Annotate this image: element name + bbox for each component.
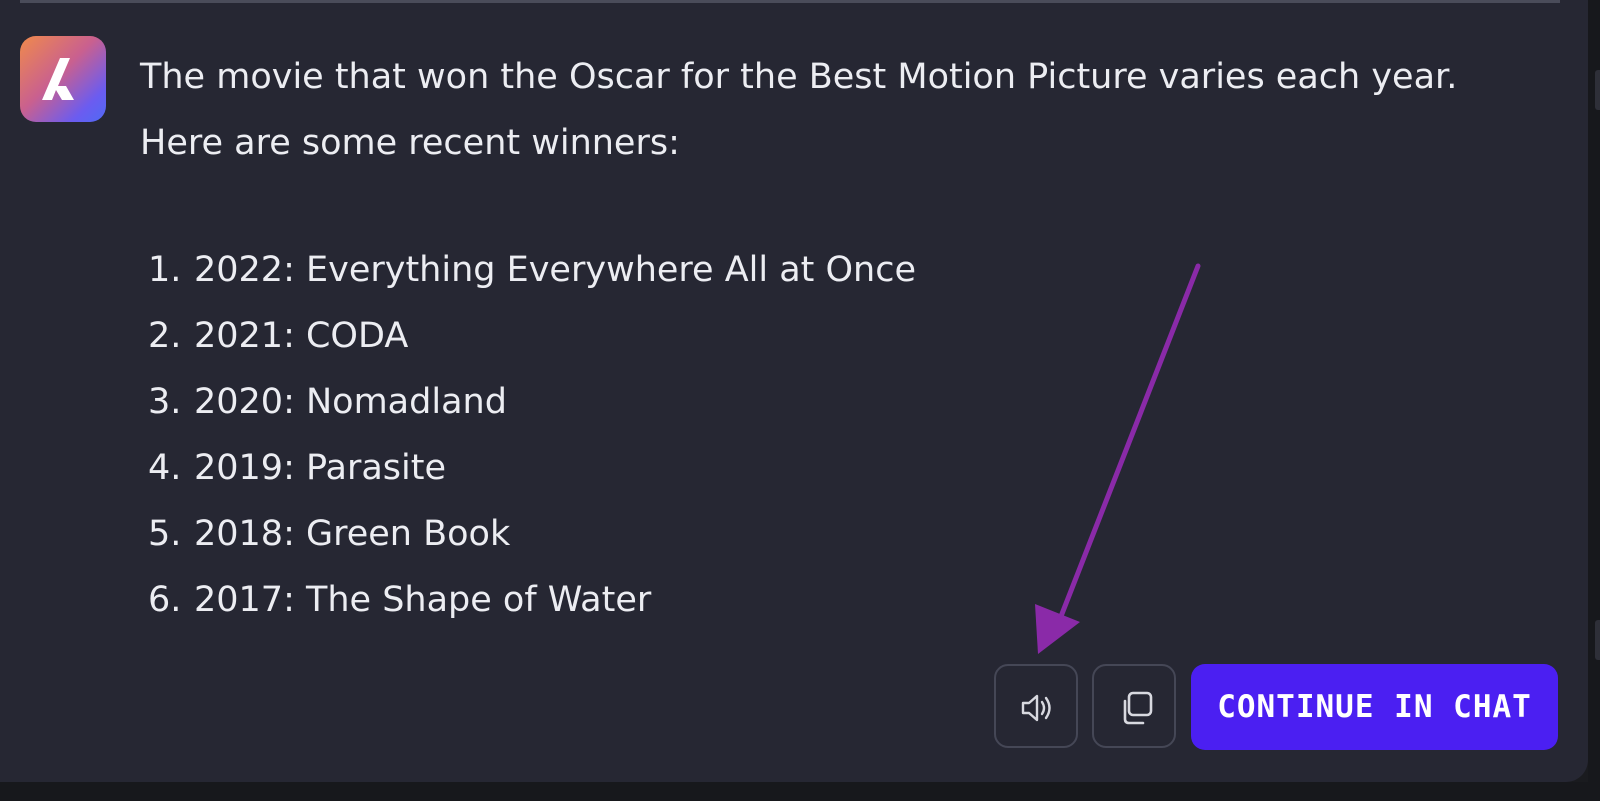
list-item-number: 4. bbox=[148, 448, 182, 488]
list-item: 1. 2022: Everything Everywhere All at Onc… bbox=[148, 237, 916, 303]
speaker-icon bbox=[1021, 694, 1051, 722]
assistant-message: The movie that won the Oscar for the Bes… bbox=[140, 44, 1530, 176]
list-item: 5. 2018: Green Book bbox=[148, 501, 916, 567]
window-edge bbox=[1588, 0, 1600, 801]
copy-button[interactable] bbox=[1092, 664, 1176, 748]
list-item-text: 2021: CODA bbox=[194, 316, 409, 356]
list-item-text: 2020: Nomadland bbox=[194, 382, 507, 422]
top-divider bbox=[20, 0, 1560, 3]
edge-marker bbox=[1595, 70, 1600, 110]
list-item-text: 2017: The Shape of Water bbox=[194, 580, 652, 620]
list-item: 4. 2019: Parasite bbox=[148, 435, 916, 501]
list-item-text: 2022: Everything Everywhere All at Once bbox=[194, 250, 917, 290]
speak-button[interactable] bbox=[994, 664, 1078, 748]
edge-marker bbox=[1595, 620, 1600, 660]
list-item-text: 2019: Parasite bbox=[194, 448, 447, 488]
background-strip bbox=[0, 782, 1600, 801]
winners-list: 1. 2022: Everything Everywhere All at Onc… bbox=[148, 237, 916, 633]
continue-in-chat-button[interactable]: CONTINUE IN CHAT bbox=[1191, 664, 1558, 750]
assistant-avatar bbox=[20, 36, 106, 122]
list-item-text: 2018: Green Book bbox=[194, 514, 511, 554]
list-item-number: 3. bbox=[148, 382, 182, 422]
list-item: 3. 2020: Nomadland bbox=[148, 369, 916, 435]
list-item-number: 1. bbox=[148, 250, 182, 290]
copy-icon bbox=[1123, 691, 1153, 725]
list-item-number: 5. bbox=[148, 514, 182, 554]
assistant-response-panel: The movie that won the Oscar for the Bes… bbox=[0, 0, 1588, 782]
message-intro-continued: Here are some recent winners: bbox=[140, 123, 680, 163]
list-item-number: 2. bbox=[148, 316, 182, 356]
message-intro: The movie that won the Oscar for the Bes… bbox=[140, 57, 1458, 97]
list-item-number: 6. bbox=[148, 580, 182, 620]
list-item: 2. 2021: CODA bbox=[148, 303, 916, 369]
assistant-logo-icon bbox=[42, 58, 74, 100]
list-item: 6. 2017: The Shape of Water bbox=[148, 567, 916, 633]
